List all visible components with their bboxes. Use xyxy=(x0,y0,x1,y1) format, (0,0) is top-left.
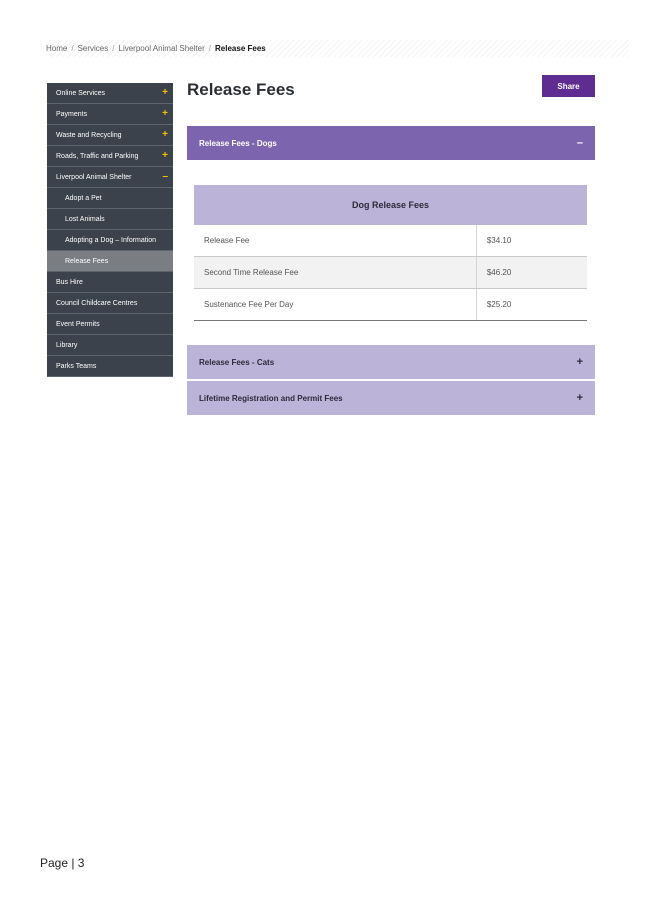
sidebar-item-label: Lost Animals xyxy=(65,215,105,223)
fee-label: Release Fee xyxy=(194,225,477,257)
table-heading: Dog Release Fees xyxy=(194,185,587,225)
sidebar-item-label: Roads, Traffic and Parking xyxy=(56,152,139,160)
accordion-release-fees-dogs[interactable]: Release Fees - Dogs – xyxy=(187,126,595,160)
minus-icon[interactable]: – xyxy=(162,172,168,182)
sidebar-item-roads-traffic[interactable]: Roads, Traffic and Parking + xyxy=(47,146,173,167)
fee-label: Second Time Release Fee xyxy=(194,256,477,289)
fee-value: $25.20 xyxy=(475,288,587,321)
fee-value: $34.10 xyxy=(475,225,587,257)
sidebar-item-bus-hire[interactable]: Bus Hire xyxy=(47,272,173,293)
page-number: Page | 3 xyxy=(40,856,85,870)
sidebar-item-label: Council Childcare Centres xyxy=(56,299,138,307)
dog-release-fees-table: Dog Release Fees Release Fee $34.10 Seco… xyxy=(194,185,587,321)
plus-icon[interactable]: + xyxy=(577,356,583,368)
plus-icon[interactable]: + xyxy=(162,151,168,161)
plus-icon[interactable]: + xyxy=(577,392,583,404)
sidebar-item-label: Waste and Recycling xyxy=(56,131,122,139)
fee-value: $46.20 xyxy=(475,256,587,289)
sidebar-item-childcare-centres[interactable]: Council Childcare Centres xyxy=(47,293,173,314)
sidebar-item-label: Adopt a Pet xyxy=(65,194,102,202)
sidebar-item-label: Parks Teams xyxy=(56,362,97,370)
sidebar-item-release-fees[interactable]: Release Fees xyxy=(47,251,173,272)
sidebar-item-lost-animals[interactable]: Lost Animals xyxy=(47,209,173,230)
fee-label: Sustenance Fee Per Day xyxy=(194,288,477,321)
breadcrumb: Home / Services / Liverpool Animal Shelt… xyxy=(46,40,629,57)
sidebar-item-payments[interactable]: Payments + xyxy=(47,104,173,125)
table-row: Sustenance Fee Per Day $25.20 xyxy=(194,288,587,321)
breadcrumb-services-link[interactable]: Services xyxy=(78,44,109,53)
breadcrumb-home-link[interactable]: Home xyxy=(46,44,67,53)
plus-icon[interactable]: + xyxy=(162,130,168,140)
table-row: Release Fee $34.10 xyxy=(194,225,587,257)
accordion-label: Lifetime Registration and Permit Fees xyxy=(199,393,343,403)
plus-icon[interactable]: + xyxy=(162,109,168,119)
accordion-label: Release Fees - Cats xyxy=(199,357,275,367)
sidebar-item-label: Liverpool Animal Shelter xyxy=(56,173,132,181)
sidebar-item-label: Event Permits xyxy=(56,320,100,328)
sidebar-item-label: Payments xyxy=(56,110,88,118)
table-row: Second Time Release Fee $46.20 xyxy=(194,256,587,289)
sidebar-item-event-permits[interactable]: Event Permits xyxy=(47,314,173,335)
plus-icon[interactable]: + xyxy=(162,88,168,98)
accordion-label: Release Fees - Dogs xyxy=(199,138,277,148)
sidebar-item-library[interactable]: Library xyxy=(47,335,173,356)
sidebar-item-label: Online Services xyxy=(56,89,106,97)
sidebar-item-adopt-a-pet[interactable]: Adopt a Pet xyxy=(47,188,173,209)
sidebar-nav: Online Services + Payments + Waste and R… xyxy=(47,83,173,377)
sidebar-item-animal-shelter[interactable]: Liverpool Animal Shelter – xyxy=(47,167,173,188)
sidebar-item-parks-teams[interactable]: Parks Teams xyxy=(47,356,173,377)
breadcrumb-current: Release Fees xyxy=(215,44,266,53)
sidebar-item-adopting-dog-info[interactable]: Adopting a Dog – Information xyxy=(47,230,173,251)
share-button[interactable]: Share xyxy=(542,75,595,97)
page-title: Release Fees xyxy=(187,80,295,99)
sidebar-item-label: Release Fees xyxy=(65,257,109,265)
sidebar-item-label: Adopting a Dog – Information xyxy=(65,236,157,244)
accordion-lifetime-registration[interactable]: Lifetime Registration and Permit Fees + xyxy=(187,381,595,415)
sidebar-item-label: Library xyxy=(56,341,78,349)
minus-icon[interactable]: – xyxy=(577,137,583,149)
accordion-release-fees-cats[interactable]: Release Fees - Cats + xyxy=(187,345,595,379)
sidebar-item-label: Bus Hire xyxy=(56,278,83,286)
breadcrumb-animal-shelter-link[interactable]: Liverpool Animal Shelter xyxy=(119,44,205,53)
sidebar-item-online-services[interactable]: Online Services + xyxy=(47,83,173,104)
sidebar-item-waste-recycling[interactable]: Waste and Recycling + xyxy=(47,125,173,146)
